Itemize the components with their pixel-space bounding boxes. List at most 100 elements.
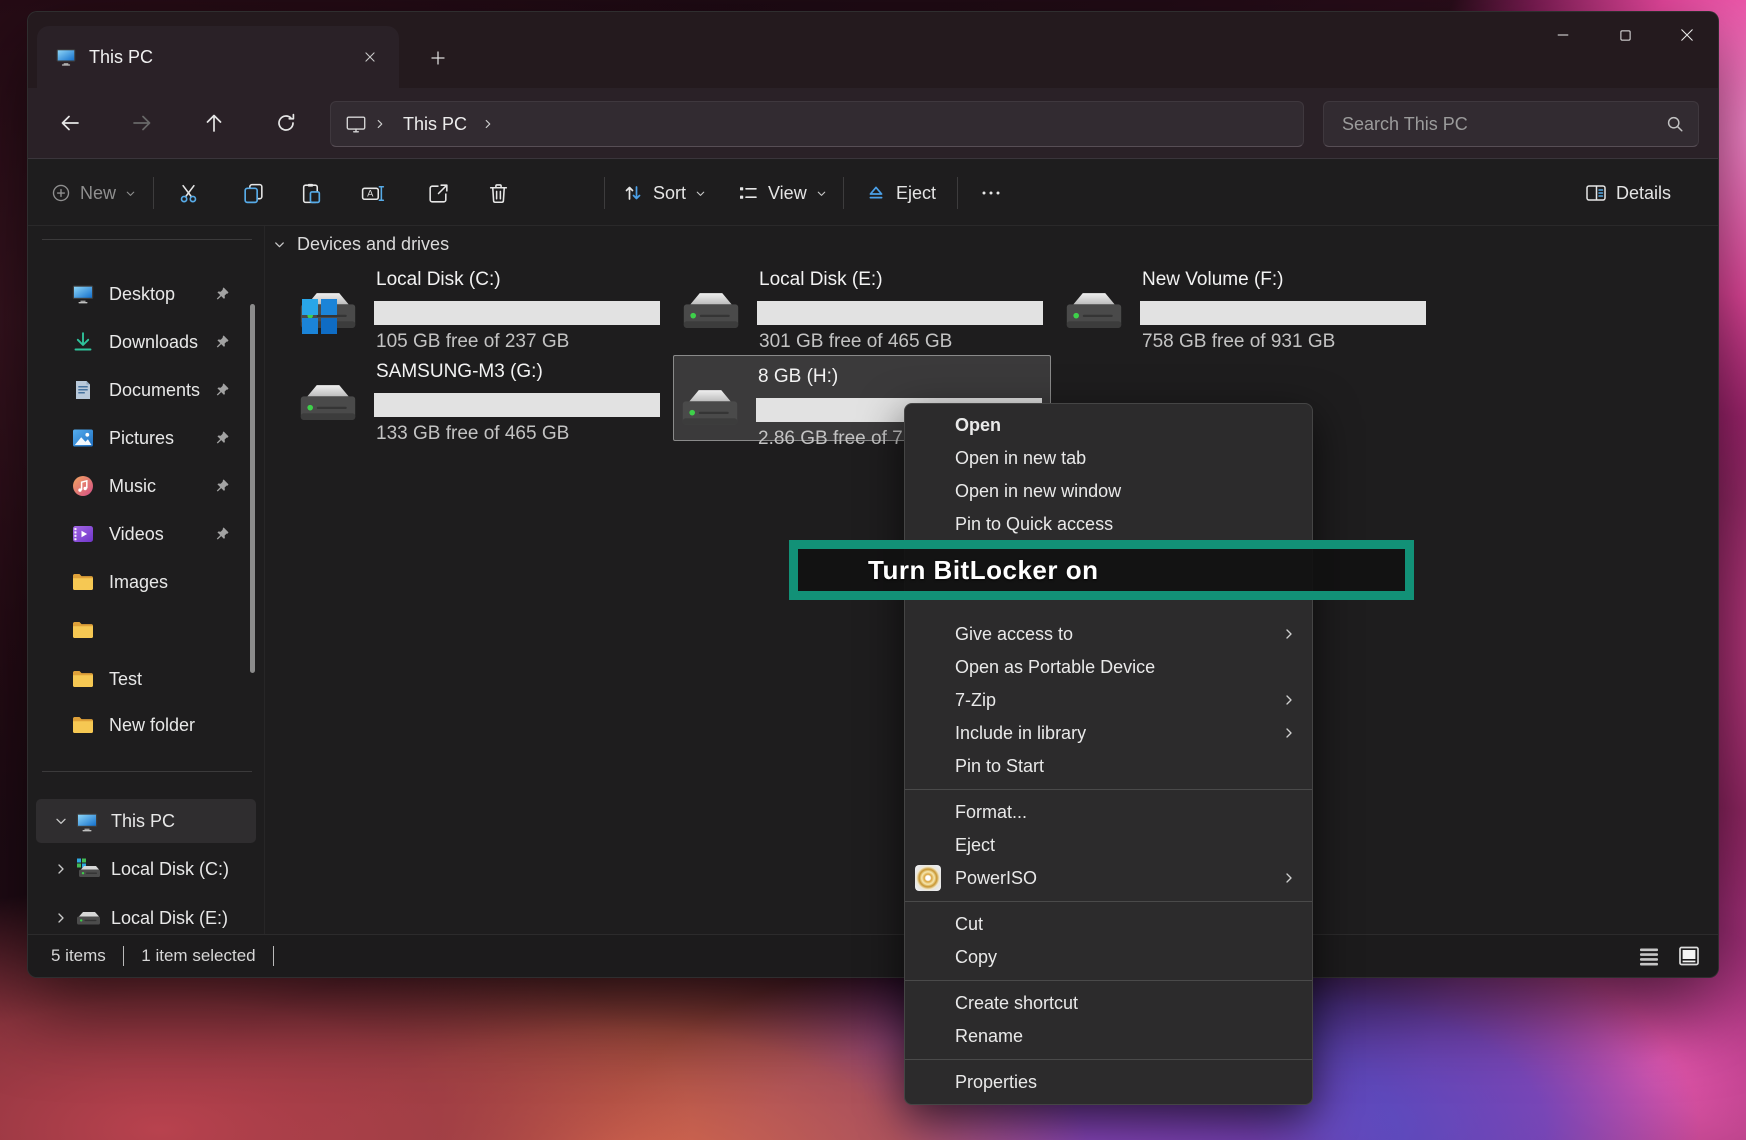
search-box[interactable] [1323, 101, 1699, 147]
context-menu-item-open[interactable]: Open [905, 409, 1312, 442]
new-tab-button[interactable] [420, 40, 456, 76]
sidebar-item-label: Test [109, 669, 142, 690]
context-menu-item-pin-to-start[interactable]: Pin to Start [905, 750, 1312, 783]
sidebar-item-downloads[interactable]: Downloads [36, 320, 256, 364]
new-button[interactable]: New [42, 173, 145, 213]
context-menu-item-format[interactable]: Format... [905, 796, 1312, 829]
drive-name: Local Disk (E:) [759, 269, 883, 291]
context-menu-item-create-shortcut[interactable]: Create shortcut [905, 987, 1312, 1020]
up-button[interactable] [194, 103, 234, 143]
this-pc-monitor-icon [75, 810, 101, 832]
tab-close-button[interactable] [355, 42, 385, 72]
sort-button[interactable]: Sort [613, 173, 715, 213]
chevron-down-icon [124, 187, 137, 200]
sidebar-item-music[interactable]: Music [36, 464, 256, 508]
drive-icon [298, 287, 358, 333]
new-button-label: New [80, 183, 116, 204]
back-button[interactable] [50, 103, 90, 143]
context-menu-item-open-as-portable-device[interactable]: Open as Portable Device [905, 651, 1312, 684]
search-input[interactable] [1340, 113, 1664, 136]
context-menu-item-rename[interactable]: Rename [905, 1020, 1312, 1053]
sidebar-item-this-pc[interactable]: This PC [36, 799, 256, 843]
delete-button[interactable] [478, 173, 518, 213]
selection-count: 1 item selected [141, 946, 255, 966]
plus-circle-icon [50, 182, 72, 204]
context-menu-item-cut[interactable]: Cut [905, 908, 1312, 941]
eject-icon [864, 181, 888, 205]
drive-windows-icon [75, 858, 101, 880]
context-menu-item-properties[interactable]: Properties [905, 1066, 1312, 1099]
drive-name: 8 GB (H:) [758, 366, 838, 388]
sidebar-item-local-disk-c[interactable]: Local Disk (C:) [36, 847, 256, 891]
drive-tile-local-disk-c[interactable]: Local Disk (C:) 105 GB free of 237 GB [291, 258, 669, 344]
sidebar-item-test[interactable]: Test [36, 657, 256, 701]
desktop-icon [71, 282, 95, 306]
share-button[interactable] [418, 173, 458, 213]
sidebar-item-documents[interactable]: Documents [36, 368, 256, 412]
cut-button[interactable] [168, 173, 208, 213]
address-bar[interactable]: This PC [330, 101, 1304, 147]
chevron-down-icon[interactable] [53, 813, 69, 829]
more-options-button[interactable] [971, 173, 1011, 213]
section-devices-and-drives[interactable]: Devices and drives [272, 234, 449, 255]
drive-tile-samsung-m3-g[interactable]: SAMSUNG-M3 (G:) 133 GB free of 465 GB [291, 350, 669, 436]
maximize-button[interactable] [1594, 12, 1656, 58]
drive-icon [75, 907, 101, 929]
drive-tile-local-disk-e[interactable]: Local Disk (E:) 301 GB free of 465 GB [674, 258, 1052, 344]
file-explorer-window: This PC [27, 11, 1719, 978]
menu-separator [905, 1059, 1312, 1060]
sidebar-item-new-folder[interactable]: New folder [36, 703, 256, 747]
breadcrumb-chevron-icon[interactable] [481, 117, 495, 131]
details-button-label: Details [1616, 183, 1671, 204]
context-menu-item-eject[interactable]: Eject [905, 829, 1312, 862]
context-menu-item-copy[interactable]: Copy [905, 941, 1312, 974]
forward-button[interactable] [122, 103, 162, 143]
eject-button[interactable]: Eject [856, 173, 944, 213]
drive-tile-new-volume-f[interactable]: New Volume (F:) 758 GB free of 931 GB [1057, 258, 1435, 344]
drive-free-space: 2.86 GB free of 7.4 [758, 428, 919, 450]
details-pane-button[interactable]: Details [1576, 173, 1679, 213]
sidebar-item-label: Videos [109, 524, 164, 545]
breadcrumb-location[interactable]: This PC [403, 114, 467, 135]
details-view-button[interactable] [1632, 941, 1666, 971]
rename-button[interactable]: A [352, 173, 392, 213]
context-menu-item-7-zip[interactable]: 7-Zip [905, 684, 1312, 717]
context-menu-item-open-in-new-tab[interactable]: Open in new tab [905, 442, 1312, 475]
close-icon [1678, 26, 1696, 44]
context-menu-item-open-in-new-window[interactable]: Open in new window [905, 475, 1312, 508]
refresh-button[interactable] [266, 103, 306, 143]
search-icon[interactable] [1664, 113, 1686, 135]
thumbnail-view-icon [1677, 944, 1701, 968]
svg-text:A: A [367, 188, 374, 198]
chevron-down-icon[interactable] [272, 237, 287, 252]
view-button[interactable]: View [728, 173, 836, 213]
bitlocker-highlight-annotation[interactable]: Turn BitLocker on [789, 540, 1414, 600]
documents-icon [71, 378, 95, 402]
arrow-up-icon [202, 111, 226, 135]
sidebar-item-label: Pictures [109, 428, 174, 449]
tab-this-pc[interactable]: This PC [37, 26, 399, 88]
chevron-right-icon[interactable] [53, 861, 69, 877]
sidebar-scrollbar[interactable] [250, 304, 255, 673]
plus-icon [429, 49, 447, 67]
sidebar-item-label: This PC [111, 811, 175, 832]
chevron-right-icon[interactable] [53, 910, 69, 926]
pin-icon [214, 430, 230, 446]
drive-icon [681, 287, 741, 333]
annotation-label: Turn BitLocker on [798, 555, 1098, 586]
sidebar-item-unnamed-folder[interactable] [36, 608, 256, 652]
copy-button[interactable] [233, 173, 273, 213]
context-menu-item-give-access-to[interactable]: Give access to [905, 618, 1312, 651]
context-menu-item-include-in-library[interactable]: Include in library [905, 717, 1312, 750]
context-menu-item-pin-to-quick-access[interactable]: Pin to Quick access [905, 508, 1312, 541]
paste-button[interactable] [291, 173, 331, 213]
close-button[interactable] [1656, 12, 1718, 58]
context-menu-item-poweriso[interactable]: PowerISO [905, 862, 1312, 895]
sidebar-item-pictures[interactable]: Pictures [36, 416, 256, 460]
sidebar-item-videos[interactable]: Videos [36, 512, 256, 556]
sidebar-item-images[interactable]: Images [36, 560, 256, 604]
large-icons-view-button[interactable] [1672, 941, 1706, 971]
menu-separator [905, 980, 1312, 981]
sidebar-item-desktop[interactable]: Desktop [36, 272, 256, 316]
minimize-button[interactable] [1532, 12, 1594, 58]
